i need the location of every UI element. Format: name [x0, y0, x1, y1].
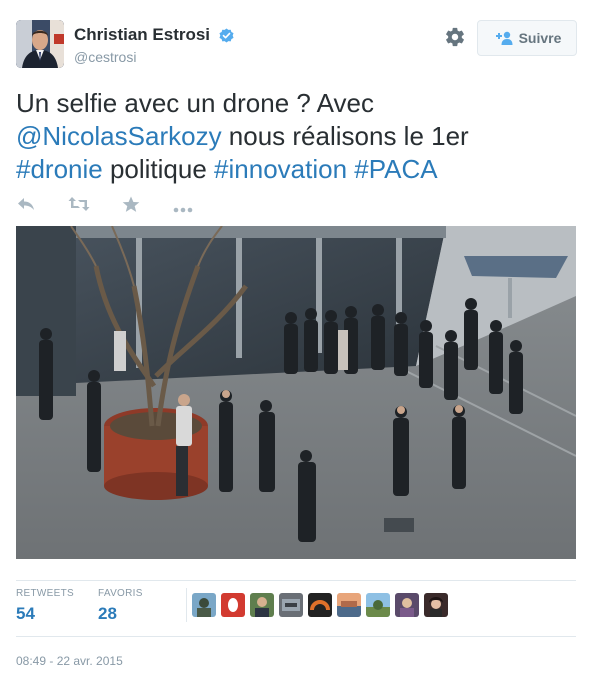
retweets-stat[interactable]: RETWEETS 54 [16, 588, 74, 624]
divider-top [16, 580, 576, 581]
add-user-icon [495, 31, 513, 45]
tweet-line-3: #dronie politique #innovation #PACA [16, 153, 584, 186]
tweet-timestamp[interactable]: 08:49 - 22 avr. 2015 [16, 654, 123, 668]
favoriter-avatar[interactable] [279, 593, 303, 617]
retweets-count: 54 [16, 604, 35, 623]
retweet-icon[interactable] [68, 196, 90, 217]
favorites-stat[interactable]: FAVORIS 28 [98, 588, 143, 624]
tweet-photo[interactable] [16, 226, 576, 559]
more-icon[interactable] [173, 200, 193, 218]
favoriter-avatar[interactable] [366, 593, 390, 617]
follow-button[interactable]: Suivre [477, 20, 577, 56]
favoriter-avatar[interactable] [424, 593, 448, 617]
favorite-icon[interactable] [122, 196, 140, 218]
favoriter-avatar[interactable] [308, 593, 332, 617]
hashtag-link[interactable]: #dronie [16, 154, 103, 184]
favoriter-avatar[interactable] [395, 593, 419, 617]
drone-selfie-photo [16, 226, 576, 559]
reply-icon[interactable] [16, 196, 36, 217]
tweet-header: Christian Estrosi @cestrosi Suivre [16, 16, 584, 68]
verified-badge-icon [218, 27, 234, 43]
follow-button-label: Suivre [518, 30, 562, 46]
mention-link[interactable]: @NicolasSarkozy [16, 121, 222, 151]
tweet-text: Un selfie avec un drone ? Avec @NicolasS… [16, 87, 584, 186]
favoriter-avatar[interactable] [192, 593, 216, 617]
favoriter-avatar[interactable] [250, 593, 274, 617]
author-names: Christian Estrosi @cestrosi [74, 25, 234, 65]
tweet-line-1: Un selfie avec un drone ? Avec [16, 88, 374, 118]
author-avatar[interactable] [16, 20, 64, 68]
favorites-count: 28 [98, 604, 117, 623]
tweet-line-2: @NicolasSarkozy nous réalisons le 1er [16, 120, 584, 153]
favoriter-avatar[interactable] [337, 593, 361, 617]
author-name[interactable]: Christian Estrosi [74, 25, 210, 45]
gear-icon[interactable] [444, 26, 466, 48]
hashtag-link[interactable]: #innovation [214, 154, 347, 184]
stats-separator [186, 588, 187, 622]
tweet-line-2-text: nous réalisons le 1er [221, 121, 469, 151]
author-handle[interactable]: @cestrosi [74, 49, 234, 65]
tweet-line-3-text: politique [102, 154, 215, 184]
favoriter-avatar[interactable] [221, 593, 245, 617]
retweets-label: RETWEETS [16, 588, 74, 599]
favorites-label: FAVORIS [98, 588, 143, 599]
tweet-stats: RETWEETS 54 FAVORIS 28 [16, 588, 576, 636]
divider-bottom [16, 636, 576, 637]
hashtag-link[interactable]: #PACA [354, 154, 437, 184]
